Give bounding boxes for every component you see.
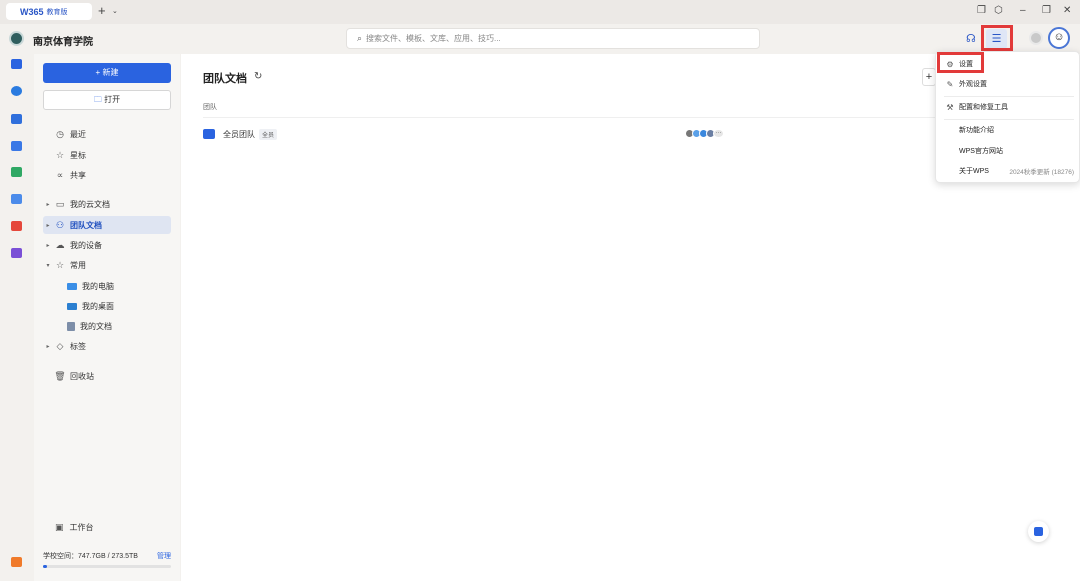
more-members: ··· [713, 129, 724, 138]
help-icon [1034, 527, 1043, 536]
sidebar-item-recent[interactable]: ◷ 最近 [43, 125, 171, 143]
divider [203, 117, 1048, 118]
edition-label: 教育版 [46, 8, 68, 16]
cube-icon[interactable]: ⬡ [994, 5, 1003, 16]
sidebar-item-my-desktop[interactable]: 我的桌面 [43, 297, 171, 315]
page-title: 团队文档 [203, 73, 247, 85]
chevron-down-icon[interactable]: ⌄ [112, 7, 118, 15]
user-avatar[interactable]: ☺ [1048, 27, 1070, 49]
storage-progress-fill [43, 565, 47, 568]
menu-item-repair-tool[interactable]: ⚒ 配置和修复工具 [936, 98, 1080, 116]
collapse-arrow-icon[interactable]: ▾ [43, 262, 53, 269]
desktop-icon [67, 302, 77, 310]
manage-link[interactable]: 管理 [157, 551, 171, 561]
folder-icon: 🗀 [93, 95, 102, 104]
menu-divider [944, 119, 1074, 120]
search-icon: ⌕ [357, 33, 363, 43]
menu-item-about[interactable]: 关于WPS 2024秋季更新 (18276) [936, 162, 1080, 180]
sidebar-item-my-computer[interactable]: 我的电脑 [43, 277, 171, 295]
calendar-app-icon[interactable] [11, 141, 22, 151]
pdf-app-icon[interactable] [11, 221, 22, 231]
menu-item-appearance[interactable]: ✎ 外观设置 [936, 75, 1080, 93]
compass-app-icon[interactable] [11, 86, 22, 96]
sidebar-item-starred[interactable]: ☆ 星标 [43, 146, 171, 164]
refresh-icon[interactable]: ↻ [254, 71, 262, 82]
document-icon [67, 321, 75, 331]
version-text: 2024秋季更新 (18276) [1009, 169, 1074, 176]
sidebar-item-my-documents[interactable]: 我的文档 [43, 317, 171, 335]
docs-app-icon[interactable] [11, 59, 22, 69]
expand-arrow-icon[interactable]: ▸ [43, 343, 53, 350]
section-label: 团队 [203, 104, 217, 111]
open-button[interactable]: 🗀 打开 [43, 90, 171, 110]
expand-arrow-icon[interactable]: ▸ [43, 201, 53, 208]
sidebar-item-my-cloud-docs[interactable]: ▸ ▭ 我的云文档 [43, 195, 171, 213]
restore-icon[interactable]: ❐ [1042, 5, 1051, 16]
search-placeholder: 搜索文件、模板、文库、应用、技巧... [366, 34, 501, 43]
sheet-app-icon[interactable] [11, 167, 22, 177]
sidebar-item-trash[interactable]: 🗑 回收站 [43, 367, 171, 385]
workbench-icon: ▣ [55, 522, 64, 532]
close-icon[interactable]: ✕ [1063, 5, 1071, 16]
header-bar: 南京体育学院 ⌕ 搜索文件、模板、文库、应用、技巧... ☊ ☰ [0, 24, 1080, 54]
app-tab[interactable]: W365 教育版 [6, 3, 92, 20]
highlight-box-settings-item [937, 52, 984, 73]
sidebar-item-tags[interactable]: ▸ ◇ 标签 [43, 337, 171, 355]
sidebar-item-team-docs[interactable]: ▸ ⚇ 团队文档 [43, 216, 171, 234]
sidebar-item-common[interactable]: ▾ ☆ 常用 [43, 256, 171, 274]
headset-icon[interactable]: ☊ [966, 32, 976, 45]
cloud-device-icon: ☁ [55, 239, 65, 250]
team-folder-icon [203, 129, 215, 139]
window-mode-icon[interactable]: ❐ [977, 5, 986, 16]
school-logo [9, 31, 24, 46]
new-tab-plus-icon[interactable]: + [98, 4, 106, 18]
workbench-link[interactable]: ▣ 工作台 [55, 522, 94, 533]
highlight-box-settings-button [981, 25, 1013, 51]
list-item[interactable]: 全员团队 全员 [203, 127, 1048, 141]
team-name: 全员团队 [223, 129, 255, 139]
sidebar-item-my-devices[interactable]: ▸ ☁ 我的设备 [43, 236, 171, 254]
search-input[interactable]: ⌕ 搜索文件、模板、文库、应用、技巧... [346, 28, 760, 49]
wrench-icon: ⚒ [946, 102, 954, 112]
chat-app-icon[interactable] [11, 194, 22, 204]
tag-icon: ◇ [56, 340, 64, 351]
apps-grid-icon[interactable] [11, 248, 22, 258]
new-button[interactable]: + 新建 [43, 63, 171, 83]
menu-item-whats-new[interactable]: 新功能介绍 [936, 121, 1080, 139]
school-name: 南京体育学院 [33, 37, 93, 48]
menu-item-official-site[interactable]: WPS官方网站 [936, 142, 1080, 160]
wps365-logo: W365 [20, 6, 44, 17]
help-button[interactable] [1028, 521, 1049, 542]
minimize-icon[interactable]: – [1020, 5, 1026, 16]
title-bar: W365 教育版 + ⌄ ❐ ⬡ – ❐ ✕ [0, 0, 1080, 24]
storage-info: 学校空间：747.7GB / 273.5TB 管理 [43, 551, 171, 561]
storage-text: 学校空间：747.7GB / 273.5TB [43, 553, 138, 560]
add-button[interactable]: + [922, 68, 936, 86]
feedback-app-icon[interactable] [11, 557, 22, 567]
expand-arrow-icon[interactable]: ▸ [43, 222, 53, 229]
brush-icon: ✎ [946, 79, 954, 89]
team-badge: 全员 [259, 128, 278, 140]
clock-icon: ◷ [56, 128, 64, 139]
sidebar-item-shared[interactable]: ∝ 共享 [43, 166, 171, 184]
computer-icon [67, 282, 77, 290]
star-icon: ☆ [55, 149, 65, 160]
expand-arrow-icon[interactable]: ▸ [43, 242, 53, 249]
menu-divider [944, 96, 1074, 97]
status-avatar[interactable] [1029, 31, 1043, 45]
storage-progress-bar [43, 565, 171, 568]
trash-icon: 🗑 [54, 370, 66, 381]
member-avatars[interactable]: ··· [685, 129, 724, 139]
meeting-app-icon[interactable] [11, 114, 22, 124]
team-icon: ⚇ [55, 219, 65, 230]
folder-icon: ▭ [55, 198, 65, 209]
share-icon: ∝ [56, 169, 64, 180]
open-label: 打开 [104, 95, 121, 104]
pin-icon: ☆ [55, 259, 65, 270]
